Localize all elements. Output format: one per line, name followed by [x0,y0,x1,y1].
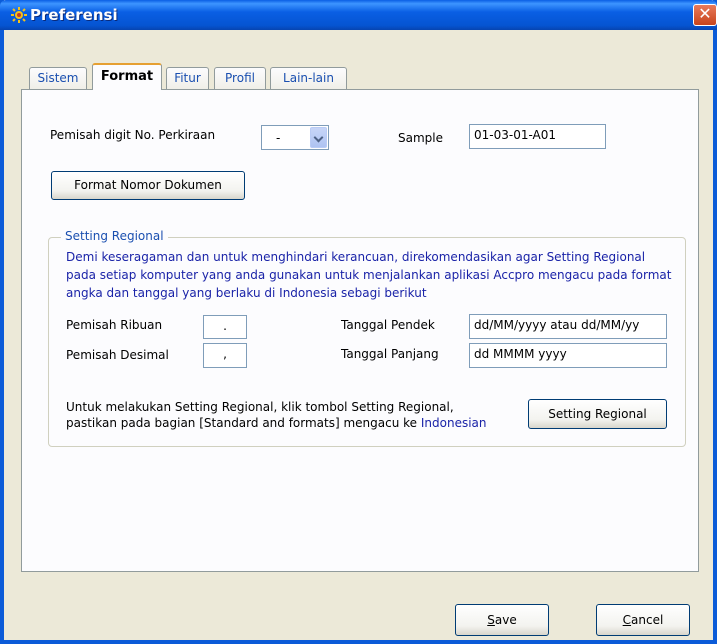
regional-instruction: Untuk melakukan Setting Regional, klik t… [66,399,536,431]
setting-regional-button[interactable]: Setting Regional [528,399,667,429]
save-label: ave [494,613,517,627]
sample-field: 01-03-01-A01 [469,124,606,149]
tab-profil[interactable]: Profil [214,67,266,89]
sample-label: Sample [398,131,443,145]
tab-lain-lain[interactable]: Lain-lain [270,67,347,89]
chevron-down-icon[interactable] [310,127,327,148]
decimal-separator-label: Pemisah Desimal [66,348,169,362]
regional-note: Demi keseragaman dan untuk menghindari k… [66,250,672,300]
long-date-field[interactable]: dd MMMM yyyy [469,343,667,368]
regional-instruction-line1: Untuk melakukan Setting Regional, klik t… [66,400,454,414]
long-date-label: Tanggal Panjang [341,347,439,361]
short-date-field[interactable]: dd/MM/yyyy atau dd/MM/yy [469,314,667,339]
cancel-mnemonic: C [622,613,632,627]
short-date-label: Tanggal Pendek [341,318,435,332]
save-mnemonic: S [487,613,495,627]
thousand-separator-label: Pemisah Ribuan [66,318,163,332]
regional-instruction-line2: pastikan pada bagian [Standard and forma… [66,415,536,431]
save-button[interactable]: Save [455,604,549,636]
app-icon [10,6,28,24]
digit-separator-value: - [276,131,281,145]
tab-sistem[interactable]: Sistem [29,67,87,89]
cancel-button[interactable]: Cancel [596,604,690,636]
thousand-separator-field[interactable]: . [203,315,247,339]
digit-separator-select[interactable]: - [261,125,329,150]
tab-fitur[interactable]: Fitur [166,67,209,89]
window-title: Preferensi [30,6,118,24]
regional-instruction-line2-text: pastikan pada bagian [Standard and forma… [66,416,421,430]
digit-separator-label: Pemisah digit No. Perkiraan [50,128,216,142]
format-nomor-dokumen-button[interactable]: Format Nomor Dokumen [51,171,245,200]
regional-instruction-highlight: Indonesian [420,416,487,430]
setting-regional-group-title: Setting Regional [61,229,168,243]
close-button[interactable]: ✕ [693,4,717,26]
decimal-separator-field[interactable]: , [203,343,247,368]
cancel-label: ancel [631,613,664,627]
tab-format[interactable]: Format [92,63,162,90]
